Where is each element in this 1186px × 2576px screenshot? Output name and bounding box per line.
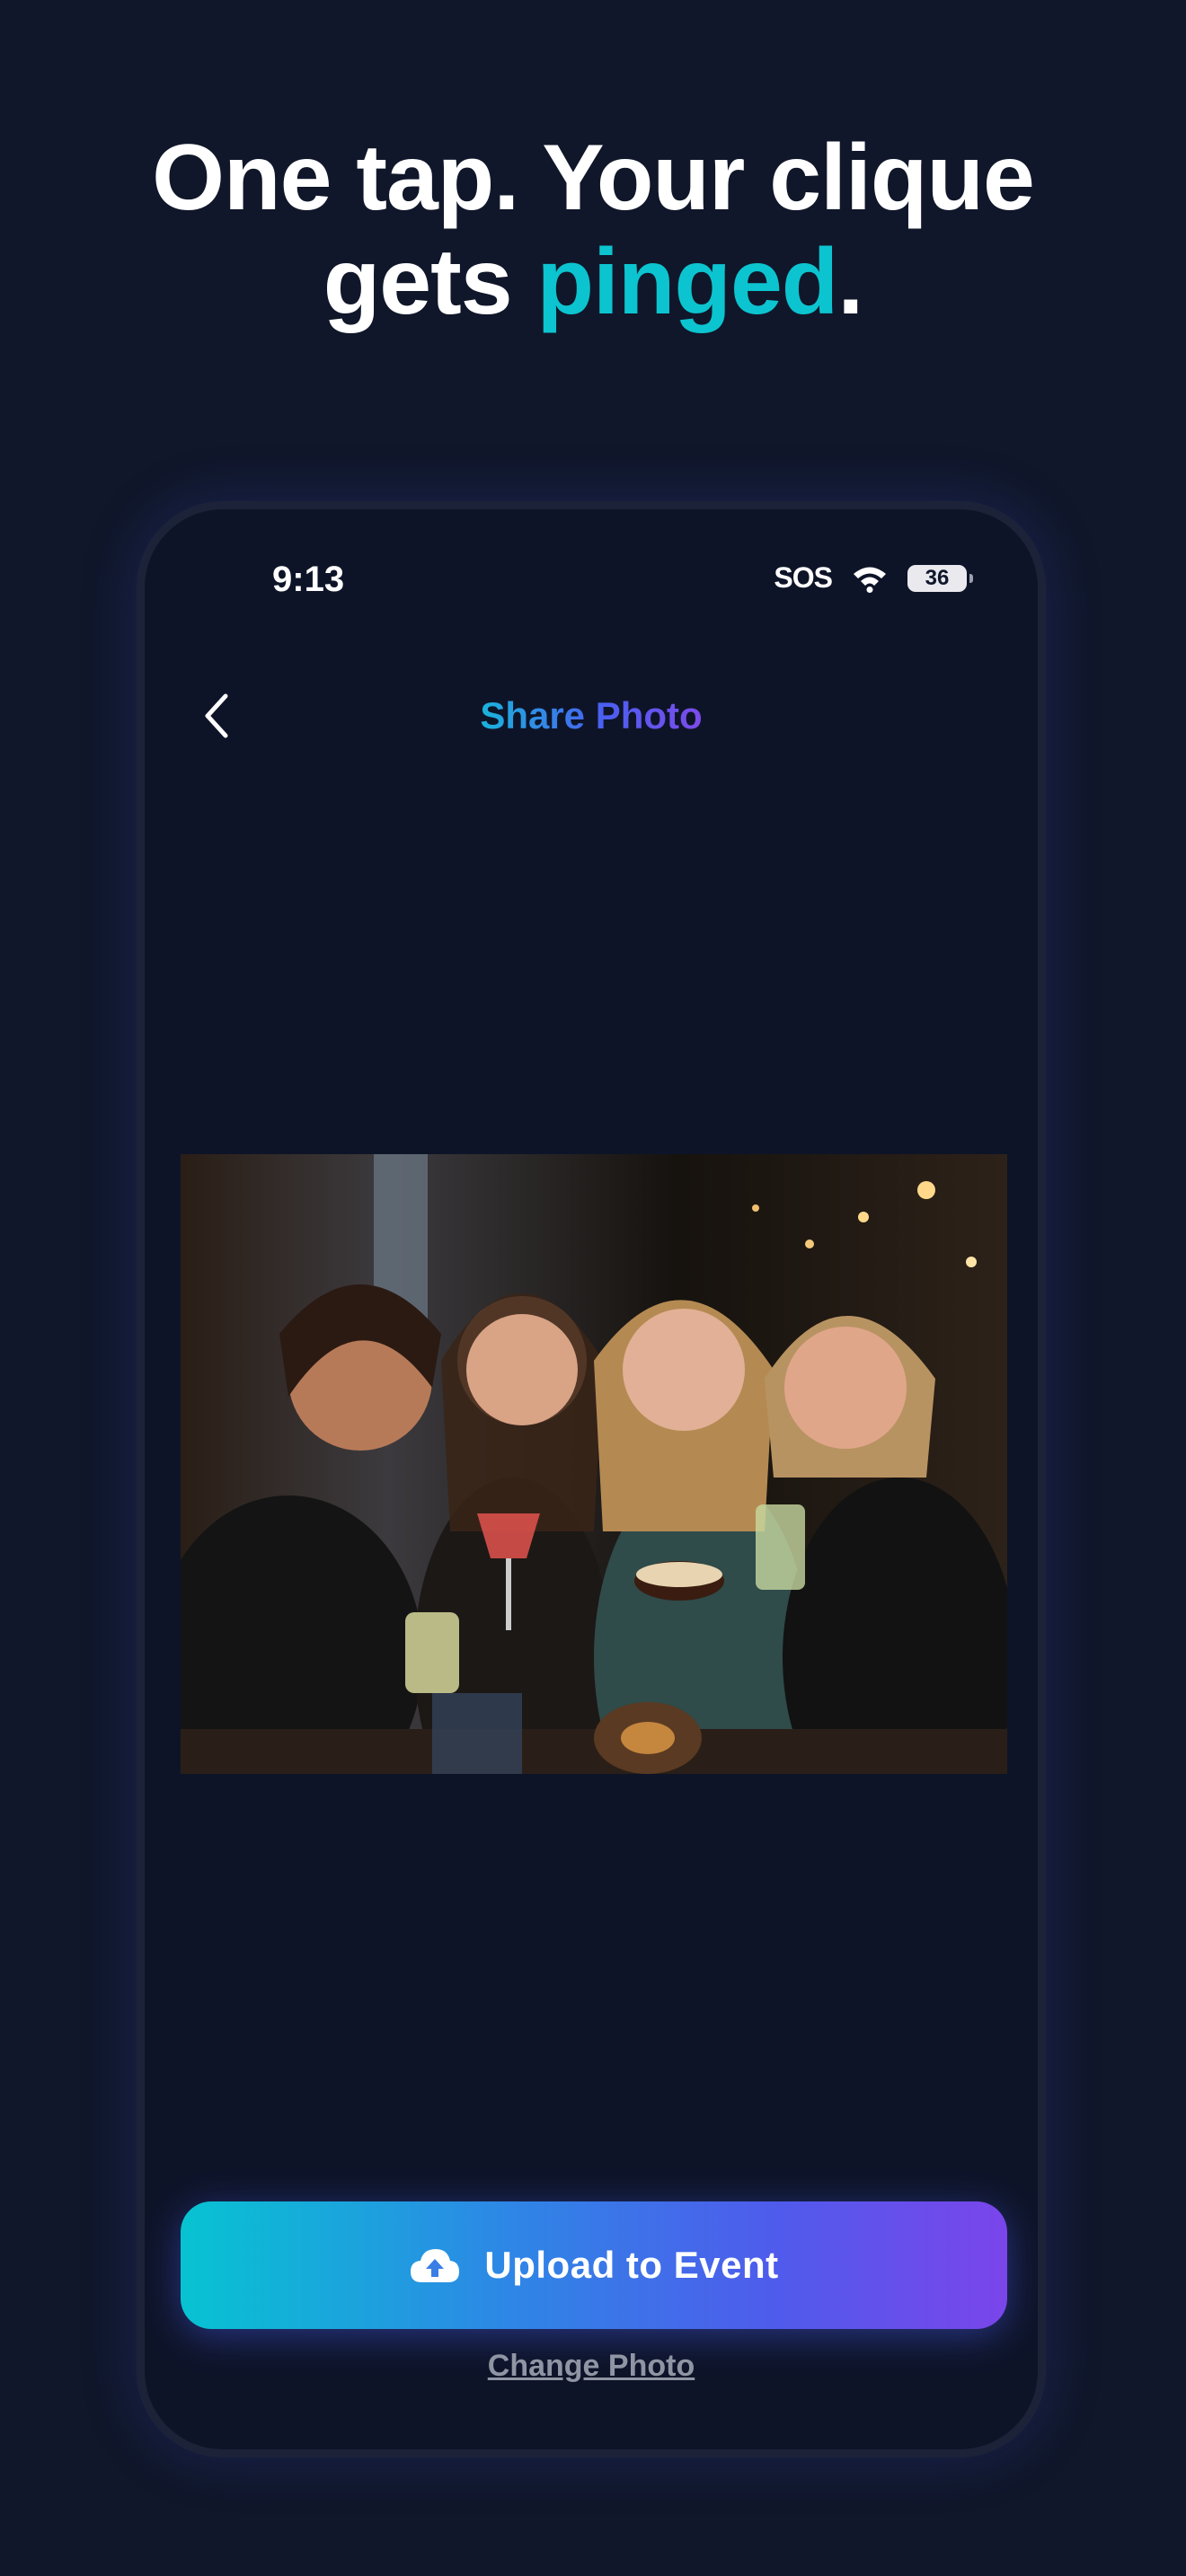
- carrier-status: SOS: [774, 561, 833, 594]
- status-indicators: SOS 36: [774, 561, 973, 595]
- upload-to-event-button[interactable]: Upload to Event: [181, 2201, 1007, 2329]
- phone-frame: 9:13 SOS 36 Share Photo Upload to Event …: [137, 501, 1046, 2457]
- battery-icon: 36: [907, 564, 973, 592]
- headline-line-1: One tap. Your clique: [152, 126, 1035, 230]
- change-photo-link[interactable]: Change Photo: [145, 2349, 1038, 2384]
- headline-line-2: gets pinged.: [0, 230, 1186, 334]
- battery-level: 36: [907, 564, 967, 592]
- cloud-upload-icon: [411, 2249, 460, 2282]
- headline: One tap. Your clique gets pinged.: [0, 126, 1186, 334]
- headline-line-2-suffix: .: [837, 230, 863, 334]
- photo-image: [181, 1154, 1007, 1774]
- page-title-text: Share Photo: [480, 694, 703, 737]
- headline-line-2-prefix: gets: [323, 230, 537, 334]
- status-time: 9:13: [272, 560, 345, 599]
- upload-button-label: Upload to Event: [484, 2244, 779, 2286]
- selected-photo: [181, 1154, 1007, 1774]
- page-title: Share Photo: [145, 694, 1038, 737]
- headline-accent-word: pinged: [536, 230, 838, 334]
- wifi-icon: [854, 567, 886, 593]
- battery-tip: [969, 573, 973, 583]
